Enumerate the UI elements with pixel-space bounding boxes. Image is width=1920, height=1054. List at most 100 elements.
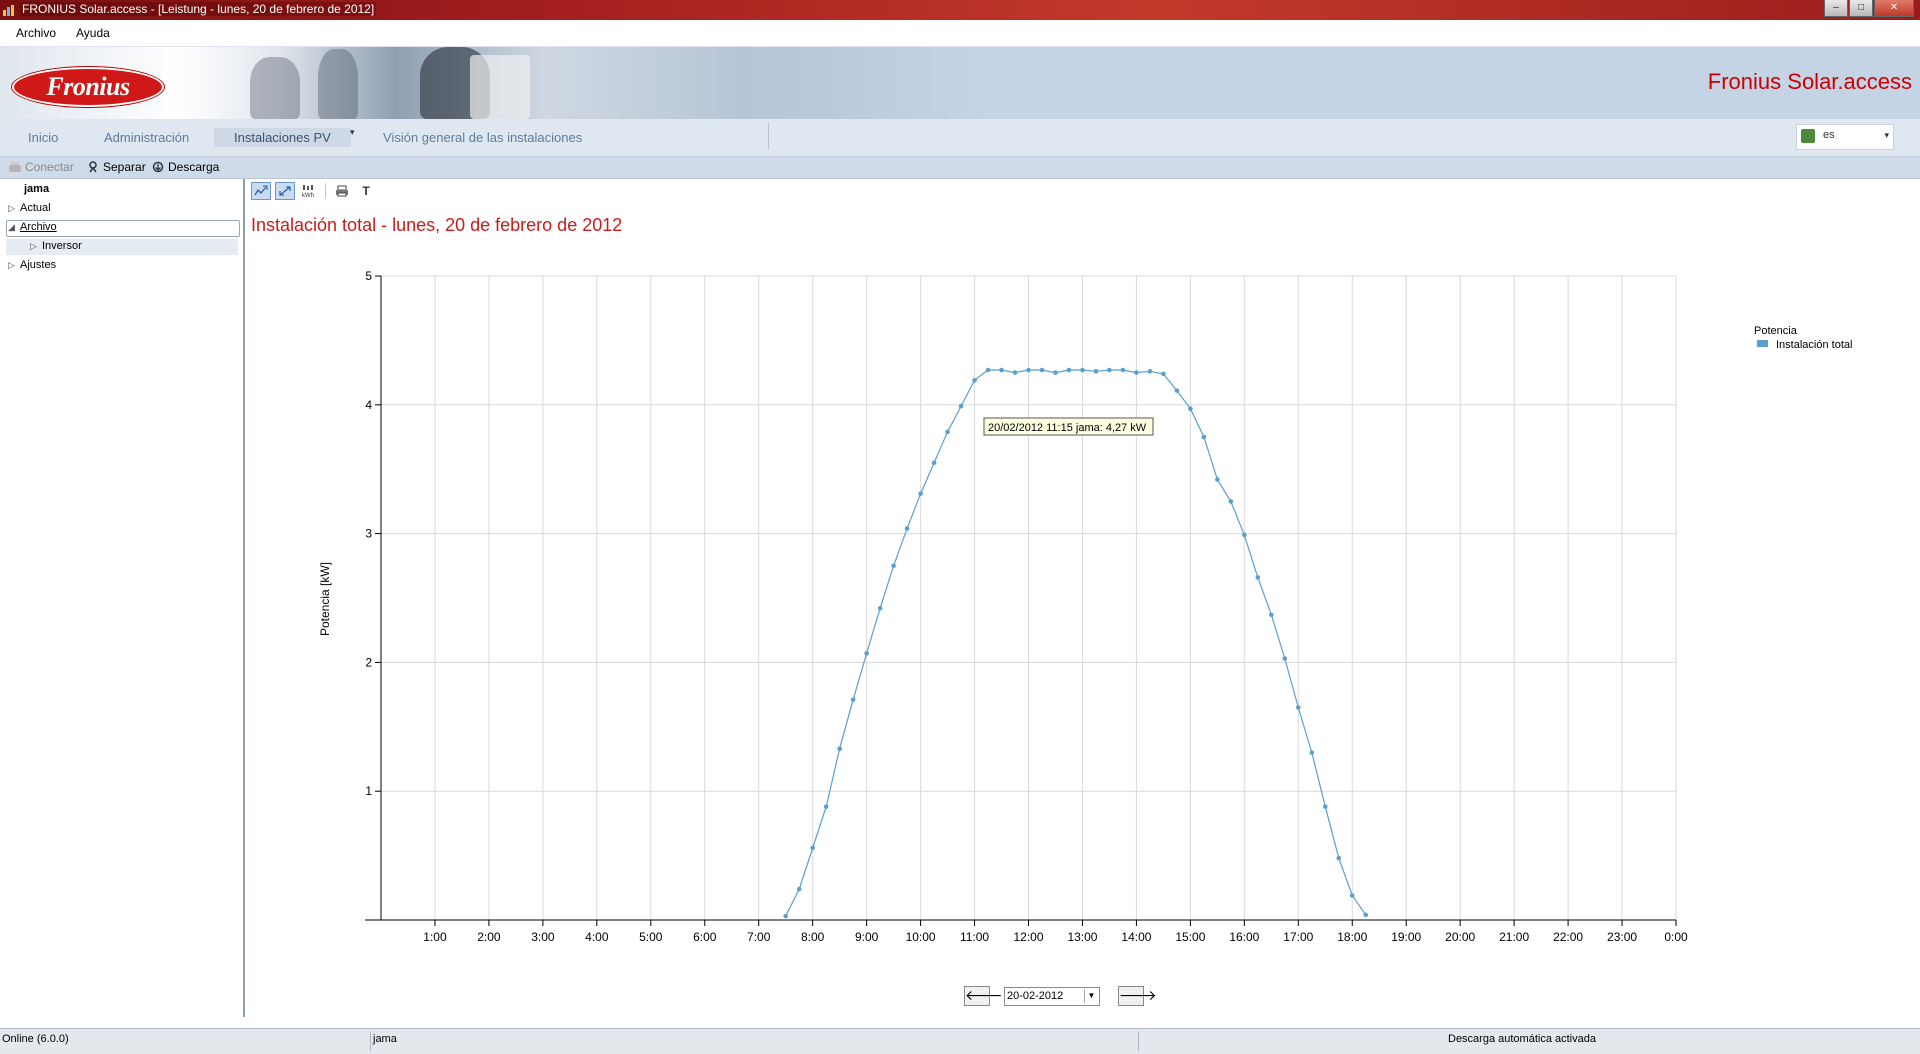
data-point[interactable] (1349, 893, 1355, 898)
data-point[interactable] (918, 491, 923, 496)
tab-administracion[interactable]: Administración (104, 130, 189, 145)
prev-day-button[interactable]: 🡐 (964, 986, 1003, 1006)
data-point[interactable] (1269, 612, 1274, 618)
report-title: Instalación total - lunes, 20 de febrero… (251, 215, 623, 235)
data-point[interactable] (1147, 369, 1153, 374)
tab-vision-general[interactable]: Visión general de las instalaciones (383, 130, 582, 145)
next-day-button[interactable]: 🡒 (1118, 986, 1157, 1006)
zoom-icon[interactable] (251, 182, 271, 200)
data-point[interactable] (958, 403, 964, 409)
tree-item-inversor[interactable]: ▷ Inversor (30, 240, 82, 252)
data-point[interactable] (877, 606, 883, 611)
download-button[interactable]: Descarga (151, 160, 219, 174)
data-point[interactable] (972, 378, 977, 383)
close-button[interactable]: ✕ (1874, 0, 1914, 17)
data-point[interactable] (1309, 750, 1315, 755)
x-tick-label: 19:00 (1391, 930, 1421, 944)
tree-item-ajustes[interactable]: ▷ Ajustes (8, 259, 56, 271)
kwh-icon[interactable]: kWh (299, 182, 319, 200)
tree-root-jama[interactable]: jama (24, 183, 49, 195)
chart-series (783, 367, 1369, 919)
data-point[interactable] (864, 651, 869, 656)
x-tick-label: 17:00 (1283, 930, 1313, 944)
data-point[interactable] (1120, 367, 1126, 373)
tree-item-archivo[interactable]: ◢ Archivo (8, 221, 57, 233)
y-tick-label: 3 (365, 527, 372, 541)
x-tick-label: 11:00 (960, 930, 989, 944)
expand-icon[interactable]: ▷ (30, 241, 42, 252)
data-point[interactable] (1039, 367, 1045, 373)
chart-tooltip: 20/02/2012 11:15 jama: 4,27 kW (983, 417, 1154, 436)
legend-swatch (1757, 340, 1768, 347)
data-point[interactable] (837, 746, 842, 751)
data-point[interactable] (1322, 804, 1328, 809)
data-point[interactable] (1107, 367, 1112, 373)
x-tick-label: 14:00 (1121, 930, 1151, 944)
chevron-down-icon: ▾ (1884, 130, 1889, 140)
x-tick-label: 20:00 (1445, 930, 1475, 944)
data-point[interactable] (985, 367, 991, 373)
data-point[interactable] (999, 367, 1004, 373)
data-point[interactable] (1188, 406, 1193, 411)
data-point[interactable] (810, 845, 815, 851)
data-point[interactable] (1228, 499, 1234, 504)
data-point[interactable] (1161, 371, 1166, 377)
series-line (785, 369, 1367, 917)
date-picker[interactable]: 20-02-2012 ▼ (1004, 987, 1100, 1006)
data-point[interactable] (904, 526, 910, 531)
data-point[interactable] (1242, 532, 1247, 538)
menu-archivo[interactable]: Archivo (16, 26, 56, 40)
power-chart: 1 2 3 4 5 1:00 2:00 3:00 4:00 5:00 6:00 7:00 8:00 9:0… (318, 269, 1852, 944)
data-point[interactable] (850, 697, 856, 703)
window-title: FRONIUS Solar.access - [Leistung - lunes… (20, 2, 377, 16)
chevron-down-icon[interactable]: ▾ (350, 127, 355, 138)
x-tick-label: 1:00 (423, 930, 447, 944)
data-point[interactable] (1201, 434, 1207, 440)
status-online: Online (6.0.0) (2, 1033, 69, 1045)
data-point[interactable] (1295, 705, 1301, 710)
chart-grid (381, 275, 1677, 920)
chart-legend: Potencia Instalación total (1754, 325, 1852, 351)
chart-toolbar: kWh T (251, 181, 380, 201)
x-tick-label: 6:00 (693, 930, 717, 944)
text-icon[interactable]: T (356, 182, 376, 200)
expand-icon[interactable]: ▷ (8, 260, 20, 271)
minimize-button[interactable]: – (1824, 0, 1848, 17)
data-point[interactable] (1134, 370, 1139, 375)
fit-icon[interactable] (275, 182, 295, 200)
data-point[interactable] (796, 886, 802, 892)
tree-item-actual[interactable]: ▷ Actual (8, 202, 51, 214)
expand-icon[interactable]: ▷ (8, 203, 20, 214)
y-tick-label: 5 (365, 269, 372, 283)
collapse-icon[interactable]: ◢ (8, 222, 20, 233)
disconnect-button[interactable]: Separar (86, 160, 146, 174)
data-point[interactable] (945, 429, 950, 435)
data-point[interactable] (1282, 656, 1288, 661)
data-point[interactable] (823, 804, 829, 809)
data-point[interactable] (1093, 369, 1099, 374)
chevron-down-icon[interactable]: ▼ (1084, 989, 1098, 1003)
data-point[interactable] (1026, 367, 1031, 373)
menu-ayuda[interactable]: Ayuda (76, 26, 110, 40)
language-select[interactable]: es ▾ (1796, 124, 1894, 150)
data-point[interactable] (1215, 477, 1220, 482)
data-point[interactable] (1255, 575, 1261, 580)
status-download: Descarga automática activada (1448, 1033, 1596, 1045)
tab-inicio[interactable]: Inicio (28, 130, 58, 145)
data-point[interactable] (931, 460, 937, 466)
x-tick-label: 13:00 (1067, 930, 1097, 944)
maximize-button[interactable]: □ (1849, 0, 1873, 17)
data-point[interactable] (1363, 912, 1369, 918)
data-point[interactable] (1053, 370, 1058, 375)
print-icon[interactable] (332, 182, 352, 200)
data-point[interactable] (1336, 855, 1342, 861)
x-tick-label: 2:00 (477, 930, 501, 944)
data-point[interactable] (1080, 367, 1085, 373)
data-point[interactable] (891, 563, 896, 569)
data-point[interactable] (1174, 388, 1180, 393)
data-point[interactable] (783, 913, 788, 919)
data-point[interactable] (1066, 367, 1072, 373)
tab-instalaciones-pv[interactable]: Instalaciones PV (214, 128, 351, 147)
connect-button[interactable]: Conectar (8, 160, 74, 174)
data-point[interactable] (1012, 370, 1018, 375)
